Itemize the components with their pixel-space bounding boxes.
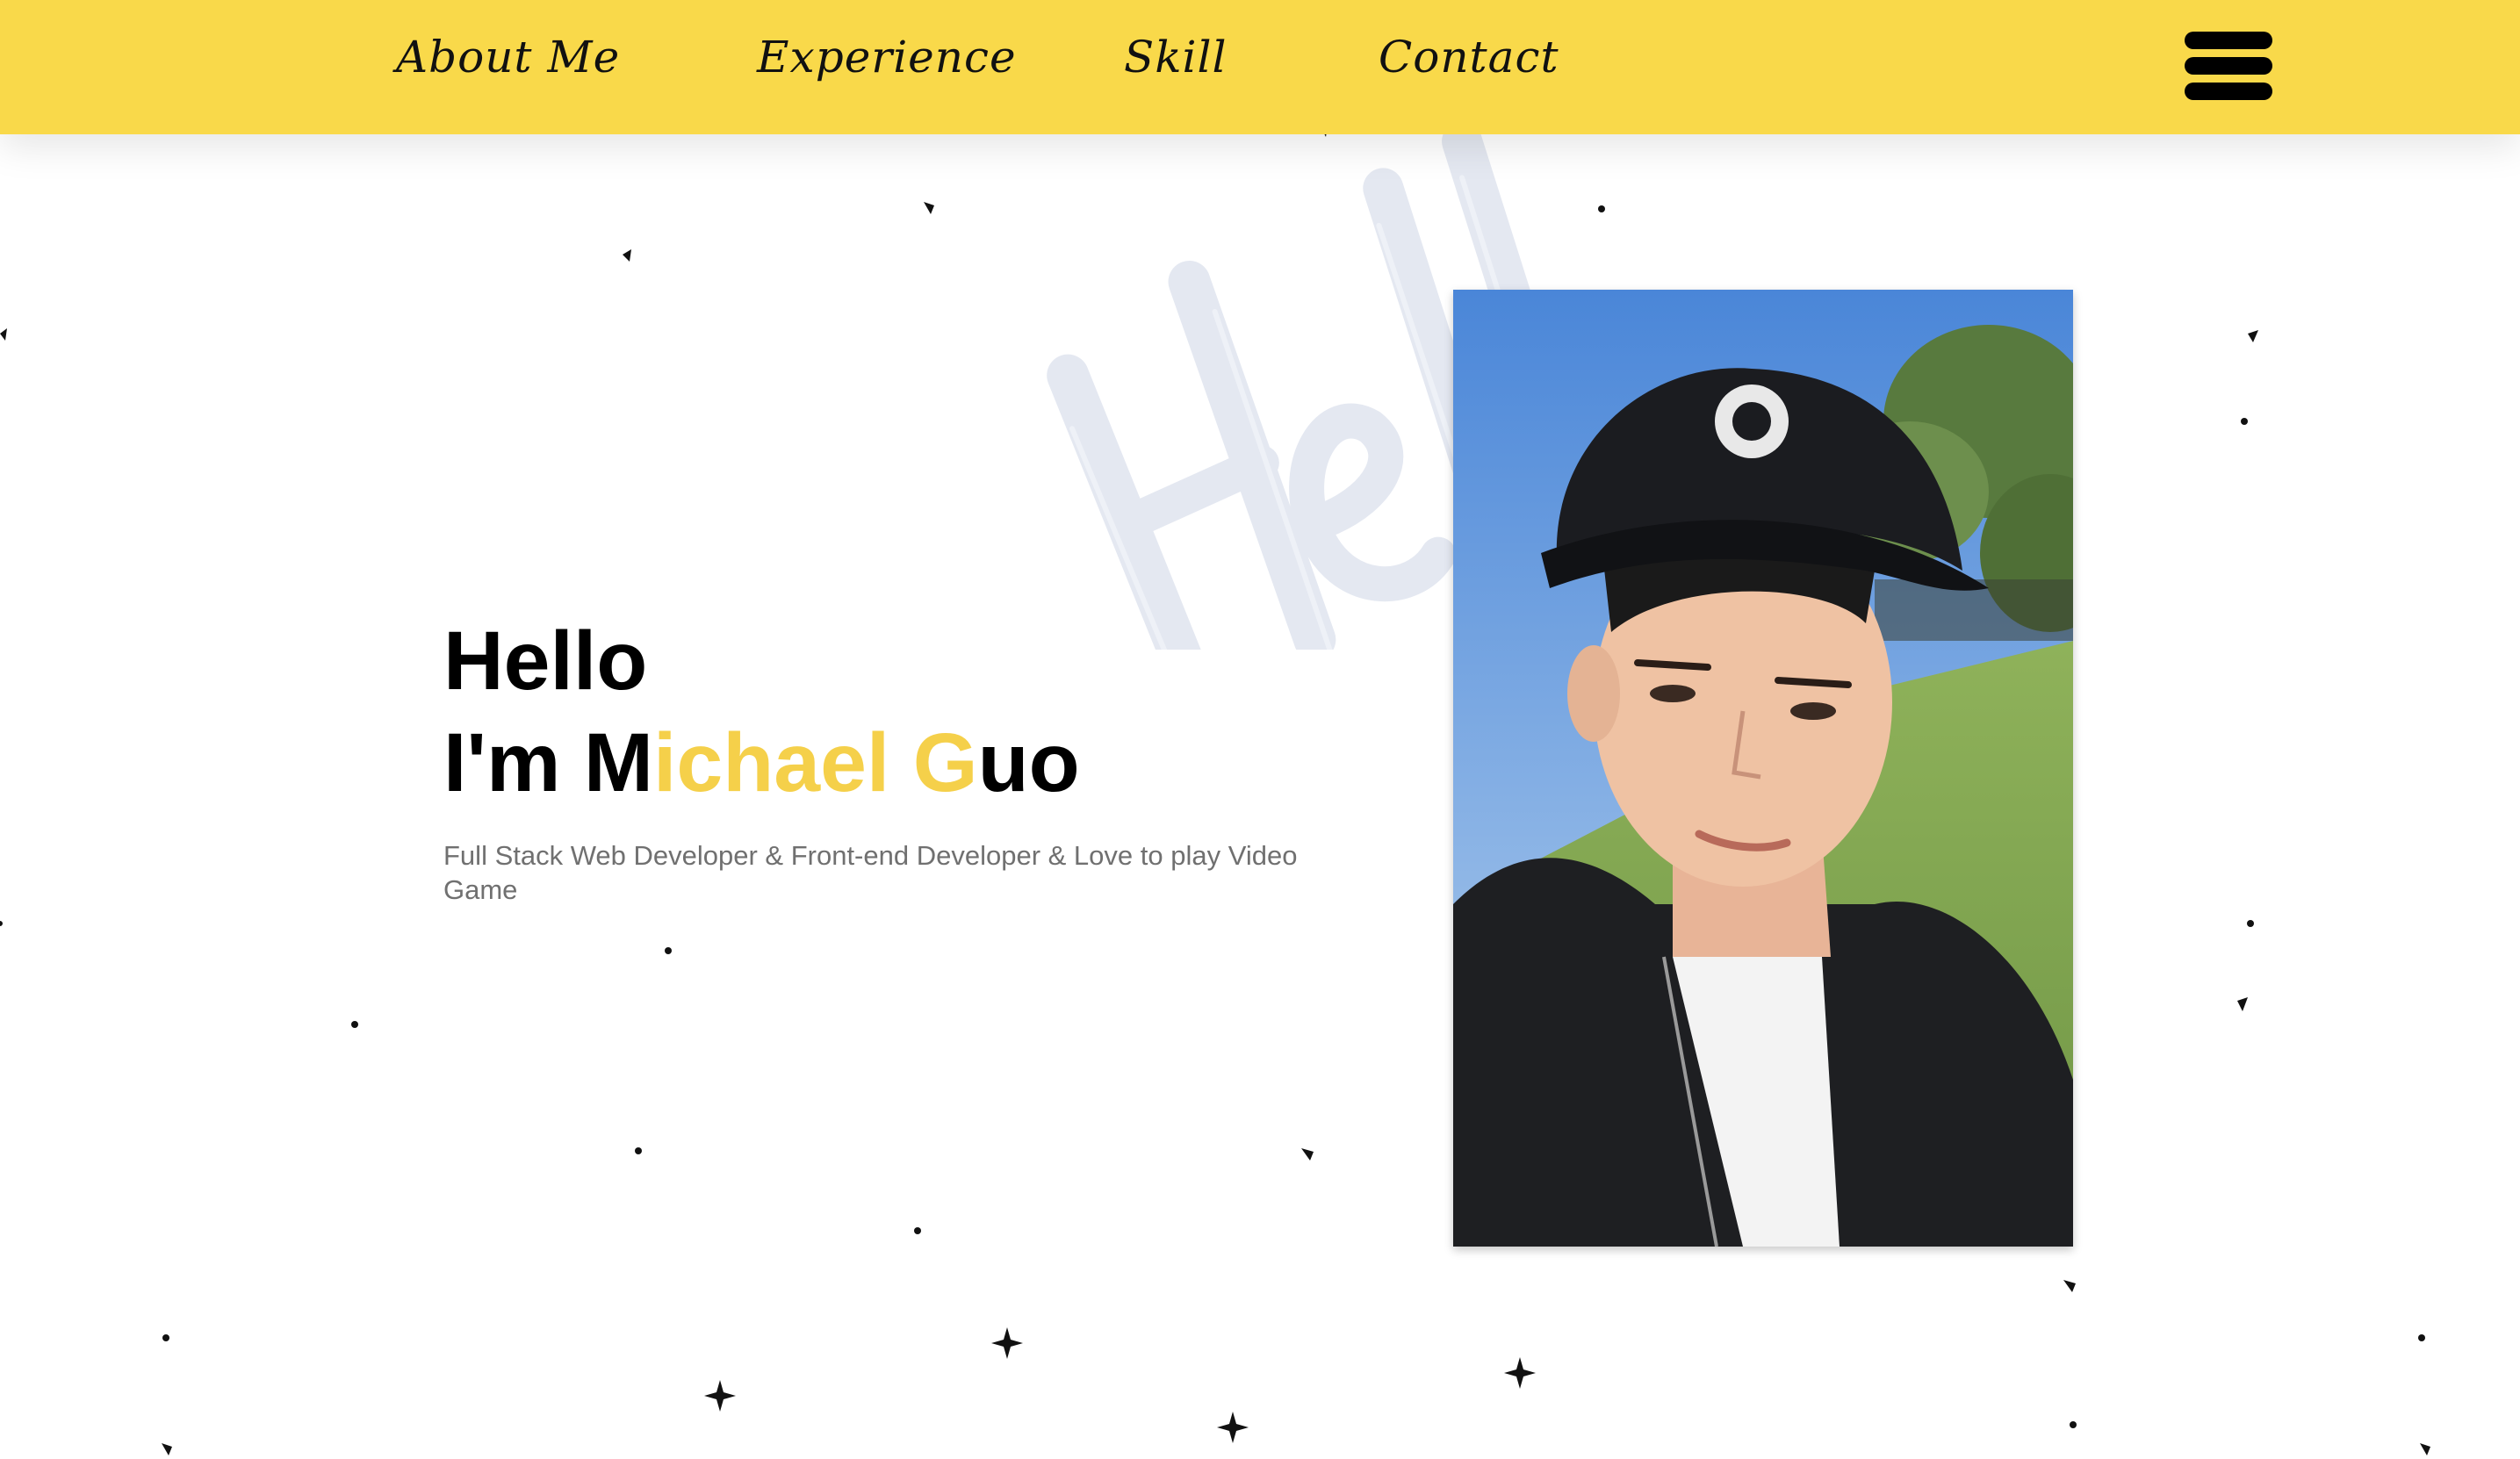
profile-photo [1453, 290, 2073, 1247]
hero-subtitle: Full Stack Web Developer & Front-end Dev… [443, 840, 1298, 905]
nav-link-skill[interactable]: Skill [1124, 32, 1228, 83]
hamburger-menu-icon[interactable] [2185, 32, 2272, 100]
nav-link-contact[interactable]: Contact [1379, 32, 1559, 83]
portfolio-page: About Me Experience Skill Contact Hello … [0, 0, 2520, 1459]
intro-prefix: I'm M [443, 716, 653, 809]
hero-heading: Hello I'm Michael Guo [443, 610, 1080, 814]
nav-link-about-me[interactable]: About Me [396, 32, 620, 83]
intro-line: I'm Michael Guo [443, 712, 1080, 814]
name-highlight: ichael G [652, 716, 978, 809]
top-nav-bar: About Me Experience Skill Contact [0, 0, 2520, 134]
nav-link-experience[interactable]: Experience [757, 32, 1017, 83]
name-suffix: uo [977, 716, 1080, 809]
greeting-line: Hello [443, 615, 648, 708]
